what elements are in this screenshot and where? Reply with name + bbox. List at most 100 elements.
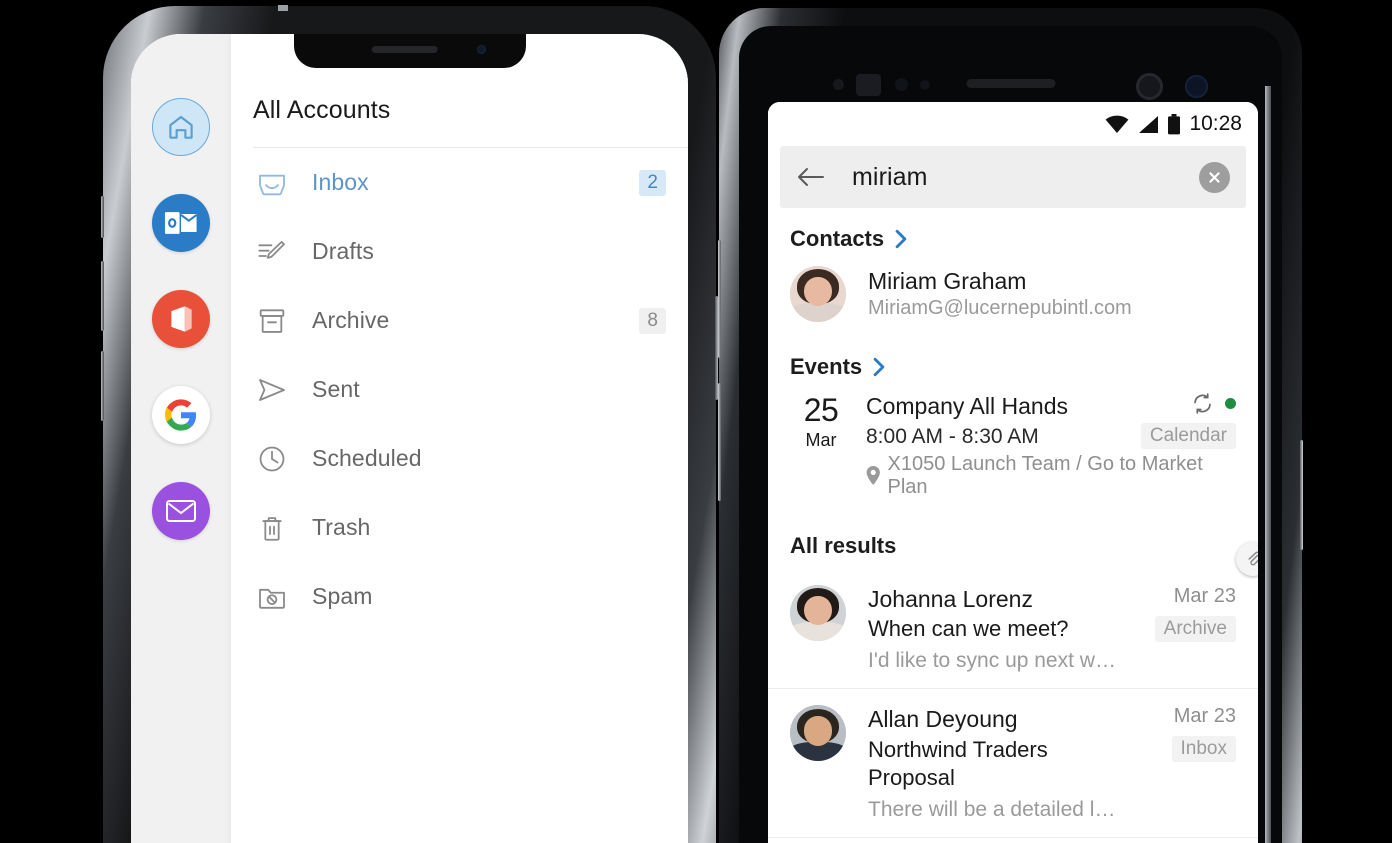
outlook-android-app: 10:28 miriam Contacts Miriam Graham Miri…: [768, 102, 1258, 843]
cellular-signal-icon: [1139, 115, 1159, 133]
clock: 10:28: [1189, 112, 1242, 135]
avatar: [790, 584, 846, 641]
volume-up-button[interactable]: [101, 261, 104, 331]
volume-down-button[interactable]: [101, 351, 104, 421]
chevron-right-icon[interactable]: [871, 357, 887, 377]
sidebar-item-spam[interactable]: Spam: [231, 562, 688, 631]
chevron-right-icon[interactable]: [893, 229, 909, 249]
message-sender: Allan Deyoung: [868, 706, 1018, 733]
led-indicator: [920, 80, 930, 90]
message-preview: There will be a detailed legal review of…: [868, 797, 1118, 821]
sidebar-item-inbox[interactable]: Inbox 2: [231, 148, 688, 217]
contacts-section-header[interactable]: Contacts: [768, 208, 1258, 262]
office-logo-icon: [171, 306, 192, 332]
wifi-icon: [1106, 115, 1129, 133]
status-dot: [1225, 398, 1236, 409]
message-date: Mar 23: [1173, 705, 1236, 728]
right-phone-bezel: 10:28 miriam Contacts Miriam Graham Miri…: [739, 26, 1282, 843]
contact-email: MiriamG@lucernepubintl.com: [868, 297, 1132, 320]
message-subject: Northwind Traders Proposal: [868, 736, 1048, 791]
folder-list: Inbox 2 Drafts Archive 8 Sent Scheduled Trash Sp…: [231, 148, 688, 631]
search-input[interactable]: miriam: [852, 163, 1199, 192]
volume-up-button[interactable]: [718, 240, 721, 358]
sidebar-item-label: Drafts: [312, 238, 374, 264]
secondary-camera: [1185, 75, 1208, 98]
events-section-header[interactable]: Events: [768, 336, 1258, 390]
event-day: 25: [803, 392, 839, 428]
message-folder-badge: Archive: [1154, 615, 1236, 642]
mute-switch[interactable]: [101, 196, 104, 238]
sidebar-item-drafts[interactable]: Drafts: [231, 217, 688, 286]
power-button[interactable]: [1300, 440, 1303, 550]
avatar: [790, 705, 846, 762]
battery-icon: [1168, 113, 1181, 134]
allan-deyoung-avatar: [790, 705, 846, 762]
front-camera: [1136, 73, 1163, 100]
event-location: X1050 Launch Team / Go to Market Plan: [866, 453, 1236, 499]
sidebar-item-label: Spam: [312, 583, 373, 609]
unread-count-badge: 2: [639, 169, 666, 196]
sidebar-item-label: Trash: [312, 514, 371, 540]
home-icon: [169, 115, 193, 139]
all-results-section-header: All results: [768, 515, 1258, 576]
volume-down-button[interactable]: [718, 383, 721, 501]
envelope-icon: [166, 500, 196, 522]
message-result-row[interactable]: Lidia HollowayGrab coffeeMar 23Inbox: [768, 837, 1258, 843]
contacts-list: Miriam Graham MiriamG@lucernepubintl.com: [768, 262, 1258, 336]
message-date: Mar 23: [1173, 584, 1236, 607]
message-list: Johanna Lorenz When can we meet? I'd like …: [768, 569, 1258, 843]
scheduled-icon: [253, 443, 291, 475]
earpiece-speaker: [966, 79, 1055, 88]
message-result-row[interactable]: Johanna Lorenz When can we meet? I'd like …: [768, 569, 1258, 688]
event-date: 25 Mar: [790, 392, 852, 499]
google-logo-icon: [165, 399, 197, 431]
all-results-heading: All results: [790, 532, 897, 558]
iphone-notch: [293, 34, 526, 68]
sent-icon: [253, 374, 291, 406]
event-result-row[interactable]: 25 Mar Company All Hands 8:00 AM - 8:30 AM X…: [768, 390, 1258, 515]
sidebar-item-mail-account[interactable]: [152, 482, 210, 540]
iris-scanner: [856, 74, 881, 96]
status-bar: 10:28: [768, 102, 1258, 146]
sidebar-item-google-account[interactable]: [152, 386, 210, 444]
spam-icon: [253, 581, 291, 613]
events-heading: Events: [790, 354, 863, 379]
clear-icon[interactable]: [1199, 161, 1230, 193]
light-sensor: [895, 78, 908, 91]
contacts-heading: Contacts: [790, 226, 885, 251]
events-list: 25 Mar Company All Hands 8:00 AM - 8:30 AM X…: [768, 390, 1258, 515]
sidebar-item-sent[interactable]: Sent: [231, 355, 688, 424]
event-location-text: X1050 Launch Team / Go to Market Plan: [887, 452, 1203, 498]
trash-icon: [253, 512, 291, 544]
sidebar-item-scheduled[interactable]: Scheduled: [231, 424, 688, 493]
sidebar-item-outlook-account[interactable]: [152, 194, 210, 252]
message-preview: I'd like to sync up next week and spend …: [868, 648, 1118, 672]
sidebar-item-office-account[interactable]: [152, 290, 210, 348]
outlook-ios-app: ilter 4 AMo t…4 AM…4 AMh…CKsday2sday: [131, 34, 688, 843]
close-x-glyph: [1209, 171, 1220, 183]
message-subject: When can we meet?: [868, 616, 1069, 642]
right-phone-screen: 10:28 miriam Contacts Miriam Graham Miri…: [768, 102, 1258, 843]
search-results[interactable]: Contacts Miriam Graham MiriamG@lucernepub…: [768, 208, 1258, 843]
contact-result-row[interactable]: Miriam Graham MiriamG@lucernepubintl.com: [768, 262, 1258, 336]
accounts-rail: [131, 34, 231, 843]
sidebar-item-trash[interactable]: Trash: [231, 493, 688, 562]
back-arrow-icon[interactable]: [796, 165, 826, 189]
message-folder-badge: Inbox: [1171, 736, 1236, 763]
folders-drawer: All Accounts Inbox 2 Drafts Archive 8 Sent Sch…: [231, 34, 688, 843]
event-source-badge: Calendar: [1140, 423, 1236, 449]
front-camera: [476, 45, 486, 54]
sidebar-item-label: Scheduled: [312, 445, 422, 471]
left-phone-device: ilter 4 AMo t…4 AM…4 AMh…CKsday2sday: [101, 5, 718, 843]
left-phone-screen: ilter 4 AMo t…4 AM…4 AMh…CKsday2sday: [131, 34, 688, 843]
sidebar-item-home-account[interactable]: [152, 98, 210, 156]
proximity-sensor: [833, 79, 844, 90]
archive-icon: [253, 305, 291, 337]
sidebar-item-label: Inbox: [312, 169, 369, 195]
inbox-icon: [253, 167, 291, 199]
message-result-row[interactable]: Allan Deyoung Northwind Traders Proposal T…: [768, 688, 1258, 837]
sidebar-item-archive[interactable]: Archive 8: [231, 286, 688, 355]
event-month: Mar: [805, 429, 837, 450]
search-bar[interactable]: miriam: [780, 146, 1246, 208]
search-bar-container: miriam: [768, 146, 1258, 208]
